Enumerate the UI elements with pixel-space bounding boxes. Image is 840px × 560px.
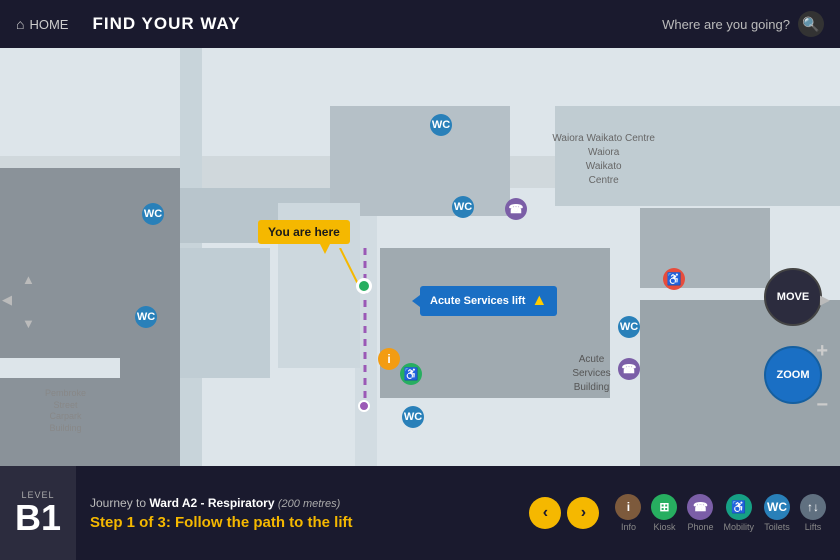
- zoom-plus-button[interactable]: +: [816, 340, 828, 363]
- legend-lifts: ↑↓ Lifts: [800, 494, 826, 532]
- zoom-label: ZOOM: [777, 369, 810, 381]
- level-badge: LEVEL B1: [0, 466, 76, 560]
- level-number: B1: [15, 500, 61, 536]
- journey-destination: Ward A2 - Respiratory: [149, 496, 274, 510]
- legend-mobility-label: Mobility: [723, 522, 754, 532]
- search-placeholder-label: Where are you going?: [662, 17, 790, 32]
- legend-icons: i Info ⊞ Kiosk ☎ Phone ♿ Mobility WC Toi…: [615, 494, 826, 532]
- legend-info-icon: i: [615, 494, 641, 520]
- search-icon[interactable]: 🔍: [798, 11, 824, 37]
- wc-icon-1[interactable]: WC: [142, 203, 164, 225]
- legend-mobility-icon: ♿: [726, 494, 752, 520]
- you-are-here-callout: You are here: [258, 220, 350, 244]
- legend-info: i Info: [615, 494, 641, 532]
- zoom-minus-button[interactable]: −: [816, 394, 828, 417]
- move-left-arrow[interactable]: ◀: [2, 292, 776, 308]
- move-down-arrow[interactable]: ▼: [22, 316, 804, 464]
- home-label: HOME: [29, 17, 68, 32]
- phone-icon-1[interactable]: ☎: [505, 198, 527, 220]
- nav-info: Journey to Ward A2 - Respiratory (200 me…: [76, 488, 529, 539]
- wc-icon-2[interactable]: WC: [430, 114, 452, 136]
- journey-prefix: Journey to: [90, 496, 146, 510]
- you-are-here-text: You are here: [268, 225, 340, 239]
- nav-arrows: ‹ ›: [529, 497, 599, 529]
- next-step-button[interactable]: ›: [567, 497, 599, 529]
- current-position-dot: [356, 278, 372, 294]
- wc-icon-3[interactable]: WC: [452, 196, 474, 218]
- zoom-control[interactable]: ZOOM: [764, 346, 822, 404]
- journey-line: Journey to Ward A2 - Respiratory (200 me…: [90, 496, 515, 510]
- move-up-arrow[interactable]: ▲: [22, 272, 804, 287]
- legend-kiosk-icon: ⊞: [651, 494, 677, 520]
- page-title: FIND YOUR WAY: [92, 14, 662, 34]
- legend-phone-label: Phone: [687, 522, 713, 532]
- legend-phone: ☎ Phone: [687, 494, 713, 532]
- legend-lifts-icon: ↑↓: [800, 494, 826, 520]
- legend-kiosk: ⊞ Kiosk: [651, 494, 677, 532]
- building-top-center: [330, 106, 510, 216]
- home-button[interactable]: ⌂ HOME: [16, 16, 68, 32]
- waiora-label: Waiora Waikato Centre Waiora Waikato Cen…: [552, 132, 655, 188]
- legend-toilets: WC Toilets: [764, 494, 790, 532]
- destination-dot: [358, 400, 370, 412]
- home-icon: ⌂: [16, 16, 24, 32]
- legend-phone-icon: ☎: [687, 494, 713, 520]
- legend-info-label: Info: [621, 522, 636, 532]
- legend-kiosk-label: Kiosk: [653, 522, 675, 532]
- legend-toilets-label: Toilets: [764, 522, 790, 532]
- move-right-arrow[interactable]: ▶: [820, 292, 830, 308]
- prev-step-button[interactable]: ‹: [529, 497, 561, 529]
- search-area[interactable]: Where are you going? 🔍: [662, 11, 824, 37]
- header: ⌂ HOME FIND YOUR WAY Where are you going…: [0, 0, 840, 48]
- move-label: MOVE: [777, 291, 809, 303]
- bottom-bar: LEVEL B1 Journey to Ward A2 - Respirator…: [0, 466, 840, 560]
- legend-mobility: ♿ Mobility: [723, 494, 754, 532]
- legend-toilets-icon: WC: [764, 494, 790, 520]
- legend-lifts-label: Lifts: [805, 522, 822, 532]
- step-instruction: Step 1 of 3: Follow the path to the lift: [90, 514, 515, 531]
- journey-distance: (200 metres): [278, 498, 340, 510]
- map-area: Waiora Waikato Centre Waiora Waikato Cen…: [0, 48, 840, 466]
